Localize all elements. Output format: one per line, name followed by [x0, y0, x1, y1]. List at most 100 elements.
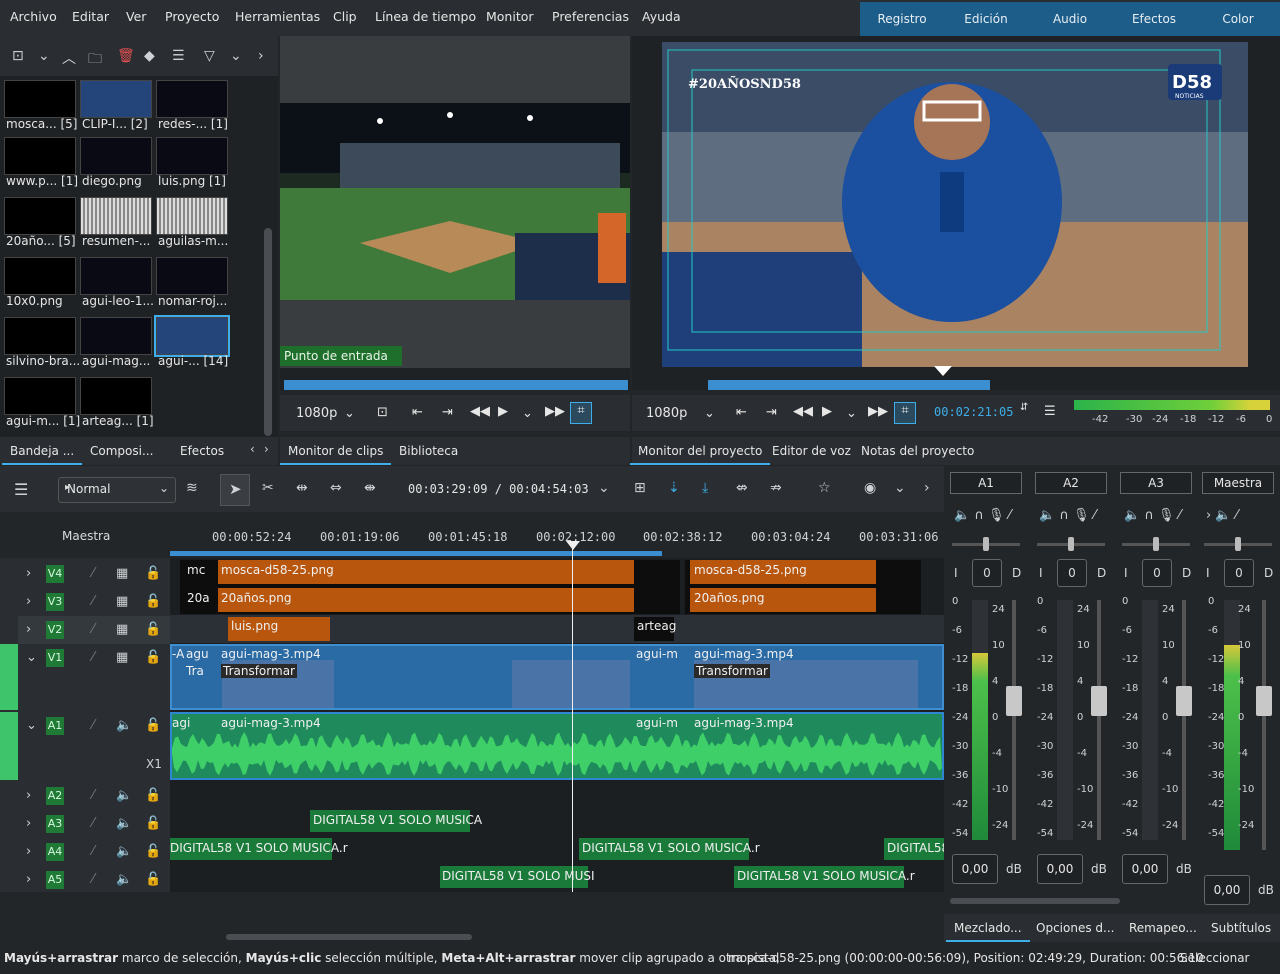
lift-icon[interactable]: ⇏ [770, 480, 782, 496]
magic-wand-icon[interactable]: ⁄ [92, 650, 94, 665]
set-in-icon[interactable]: ⇤ [412, 405, 423, 420]
spacer-icon[interactable]: ⇹ [296, 480, 308, 496]
bin-clip-thumbnail[interactable] [80, 317, 152, 355]
razor-icon[interactable]: ✂ [262, 480, 274, 496]
extract-icon[interactable]: ⇎ [736, 480, 748, 496]
channel-value-input[interactable]: 0 [1057, 559, 1087, 587]
project-zone[interactable] [708, 380, 990, 390]
menu-clip[interactable]: Clip [333, 9, 357, 24]
chevron-right-icon[interactable]: › [264, 442, 269, 456]
chevron-right-icon[interactable]: › [26, 622, 31, 637]
chevron-down-icon[interactable]: ⌄ [894, 480, 906, 496]
clip-monitor-video[interactable] [280, 103, 630, 300]
bin-clip-thumbnail[interactable] [4, 317, 76, 355]
mixer-channel-name[interactable]: A2 [1035, 472, 1107, 494]
menu-ver[interactable]: Ver [126, 9, 146, 24]
delete-icon[interactable]: 🗑 [117, 48, 135, 64]
menu-herramientas[interactable]: Herramientas [235, 9, 320, 24]
tab-monitor-de-clips[interactable]: Monitor de clips [280, 437, 392, 465]
bin-clip-thumbnail[interactable] [4, 377, 76, 415]
volume-fader-knob[interactable] [1091, 686, 1107, 716]
mixer-channel-name[interactable]: A3 [1120, 472, 1192, 494]
insert-icon[interactable]: ⇣ [668, 480, 680, 496]
magic-wand-icon[interactable]: ⁄ [92, 872, 94, 887]
magic-wand-icon[interactable]: ⁄ [92, 816, 94, 831]
bin-clip-thumbnail[interactable] [80, 377, 152, 415]
edit-mode-select[interactable]: ▸ Normal ⌄ [58, 477, 176, 503]
chevron-right-icon[interactable]: › [26, 844, 31, 859]
chevron-right-icon[interactable]: › [26, 788, 31, 803]
speaker-icon[interactable]: 🔈 [116, 718, 132, 733]
menu-ayuda[interactable]: Ayuda [642, 9, 681, 24]
bin-clip-thumbnail[interactable] [4, 137, 76, 175]
balance-knob[interactable] [983, 537, 989, 551]
speaker-icon[interactable]: 🔈 [116, 816, 132, 831]
film-icon[interactable]: ▦ [116, 566, 128, 581]
tab-composiciones[interactable]: Composi... [82, 437, 161, 465]
tab-notas-del-proyecto[interactable]: Notas del proyecto [853, 437, 982, 465]
timeline-zone[interactable] [170, 551, 662, 556]
chevron-down-icon[interactable]: ⌄ [344, 406, 355, 421]
bin-clip-thumbnail[interactable] [156, 80, 228, 118]
chevron-right-icon[interactable]: › [26, 594, 31, 609]
track-name[interactable]: V4 [46, 565, 64, 583]
menu-proyecto[interactable]: Proyecto [165, 9, 219, 24]
overwrite-icon[interactable]: ⤓ [702, 480, 708, 496]
slip-icon[interactable]: ⇼ [364, 480, 376, 496]
playhead-marker[interactable] [934, 366, 952, 376]
magic-wand-icon[interactable]: ⁄ [92, 566, 94, 581]
menu-monitor[interactable]: Monitor [486, 9, 534, 24]
balance-knob[interactable] [1068, 537, 1074, 551]
magic-wand-icon[interactable]: ⁄ [92, 788, 94, 803]
channel-value-input[interactable]: 0 [1224, 559, 1254, 587]
lock-icon[interactable]: 🔓 [145, 844, 161, 859]
chevron-right-icon[interactable]: › [26, 816, 31, 831]
mixer-scrollbar[interactable] [950, 898, 1120, 904]
clip-zone[interactable] [284, 380, 628, 390]
audio-wave-icon[interactable]: ≋ [186, 480, 198, 496]
ripple-icon[interactable]: ⇔ [330, 480, 342, 496]
forward-icon[interactable]: ▶▶ [868, 404, 888, 419]
forward-icon[interactable]: ▶▶ [545, 404, 565, 419]
set-out-icon[interactable]: ⇥ [442, 405, 453, 420]
volume-fader-track[interactable] [1012, 600, 1016, 840]
menu-preferencias[interactable]: Preferencias [552, 9, 629, 24]
speaker-icon[interactable]: 🔈 [116, 788, 132, 803]
chevron-up-icon[interactable]: ︿ [62, 48, 76, 68]
tab-monitor-del-proyecto[interactable]: Monitor del proyecto [630, 437, 771, 465]
volume-fader-track[interactable] [1262, 600, 1266, 850]
tab-opciones[interactable]: Opciones d... [1028, 914, 1122, 942]
bin-clip-thumbnail[interactable] [4, 257, 76, 295]
bin-clip-thumbnail[interactable] [80, 197, 152, 235]
workspace-audio[interactable]: Audio [1028, 2, 1112, 36]
menu-editar[interactable]: Editar [72, 9, 109, 24]
fullscreen-icon[interactable]: ⊡ [377, 405, 388, 420]
project-monitor-video[interactable]: #20AÑOSND58 D58 NOTICIAS [662, 42, 1248, 367]
track-name[interactable]: V1 [46, 649, 64, 667]
track-name[interactable]: A5 [46, 871, 64, 889]
chevron-right-icon[interactable]: › [26, 872, 31, 887]
lock-icon[interactable]: 🔓 [145, 788, 161, 803]
tab-editor-de-voz[interactable]: Editor de voz [764, 437, 859, 465]
channel-db-input[interactable]: 0,00 [1204, 875, 1250, 905]
spin-arrows-icon[interactable]: ⇵ [1020, 402, 1028, 413]
tab-subtitulos[interactable]: Subtítulos [1203, 914, 1279, 942]
lock-icon[interactable]: 🔓 [145, 566, 161, 581]
track-name[interactable]: A3 [46, 815, 64, 833]
mixer-channel-controls-icon[interactable]: 🔈 ∩ 🎙 ⁄ [954, 508, 1011, 523]
track-name[interactable]: A4 [46, 843, 64, 861]
timeline-position[interactable]: 00:03:29:09 / 00:04:54:03 [408, 482, 589, 496]
crop-icon[interactable]: ⌗ [570, 402, 592, 424]
menu-archivo[interactable]: Archivo [10, 9, 57, 24]
track-name[interactable]: A1 [46, 717, 64, 735]
bin-clip-thumbnail[interactable] [156, 137, 228, 175]
track-name[interactable]: V3 [46, 593, 64, 611]
tab-efectos[interactable]: Efectos [172, 437, 232, 465]
bin-clip-thumbnail[interactable] [156, 257, 228, 295]
channel-db-input[interactable]: 0,00 [1122, 854, 1168, 884]
pointer-icon[interactable]: ➤ [229, 480, 242, 498]
timeline-playhead[interactable] [572, 545, 573, 892]
magic-wand-icon[interactable]: ⁄ [92, 622, 94, 637]
tab-biblioteca[interactable]: Biblioteca [391, 437, 466, 465]
bin-clip-thumbnail[interactable] [80, 80, 152, 118]
